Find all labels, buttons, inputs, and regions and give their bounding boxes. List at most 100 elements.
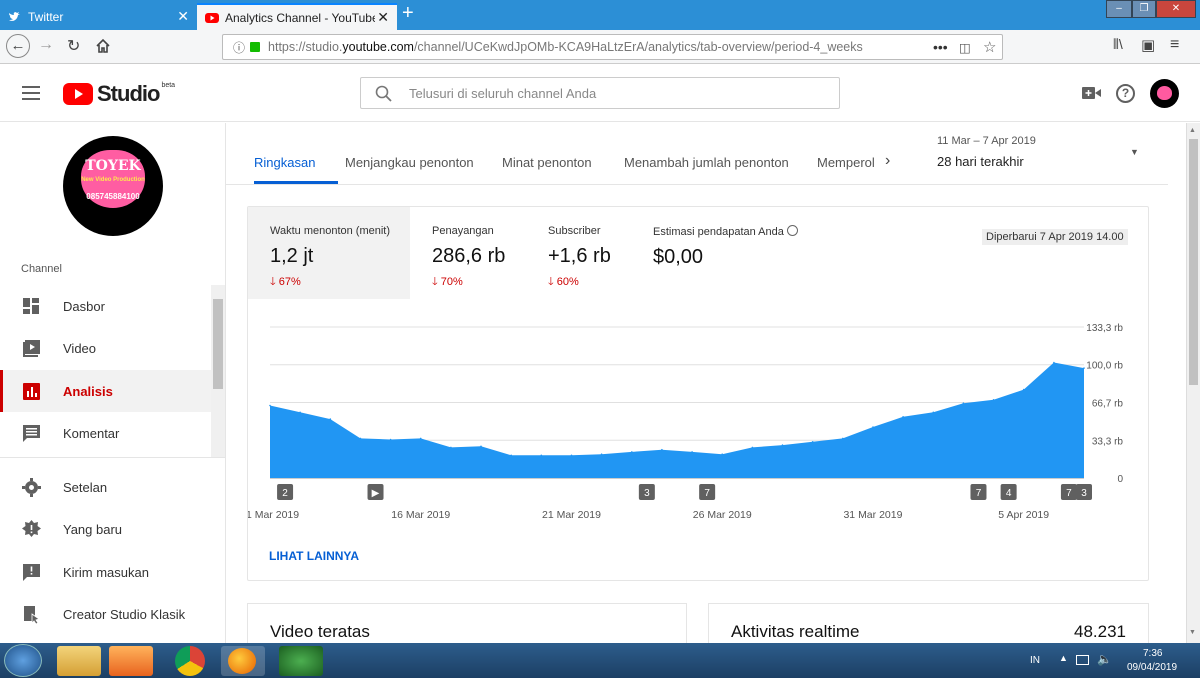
y-tick-label: 133,3 rb	[1086, 323, 1123, 334]
sidebar-item-video[interactable]: Video	[0, 327, 211, 369]
close-window-button[interactable]: ✕	[1156, 0, 1196, 18]
home-icon[interactable]	[95, 38, 111, 54]
clock-date[interactable]: 09/04/2019	[1127, 662, 1177, 673]
minimize-button[interactable]: –	[1106, 0, 1132, 18]
metric-label: Waktu menonton (menit)	[270, 225, 391, 237]
data-point	[691, 451, 693, 453]
language-indicator[interactable]: IN	[1030, 655, 1040, 666]
x-tick-label: 5 Apr 2019	[998, 509, 1049, 521]
data-point	[902, 416, 904, 418]
bookmark-star-icon[interactable]: ☆	[983, 38, 996, 56]
start-button[interactable]	[4, 644, 42, 677]
top-videos-title: Video teratas	[270, 622, 370, 641]
video-marker-label: 4	[1006, 488, 1012, 499]
data-point	[480, 445, 482, 448]
tabs-scroll-right-icon[interactable]: ›	[885, 152, 890, 170]
firefox-icon[interactable]	[221, 646, 265, 676]
tab-memperoleh[interactable]: Memperol	[817, 155, 875, 170]
chrome-icon[interactable]	[175, 646, 205, 676]
tab-analytics[interactable]: Analytics Channel - YouTube S ✕	[197, 3, 397, 30]
sidebar-item-dasbor[interactable]: Dasbor	[0, 285, 211, 327]
menu-icon[interactable]: ≡	[1170, 36, 1179, 54]
back-icon[interactable]: ←	[6, 34, 30, 58]
close-tab-icon[interactable]: ✕	[177, 8, 189, 25]
file-explorer-icon[interactable]	[57, 646, 101, 676]
url-path: /channel/UCeKwdJpOMb-KCA9HaLtzErA/analyt…	[413, 40, 863, 54]
data-point	[329, 418, 332, 420]
twitter-icon	[9, 11, 20, 21]
sidebar-item-komentar[interactable]: Komentar	[0, 412, 211, 454]
media-player-icon[interactable]	[109, 646, 153, 676]
sidebar-item-yang-baru[interactable]: Yang baru	[0, 508, 211, 550]
metric-views[interactable]: Penayangan 286,6 rb 🡓 70%	[410, 207, 526, 299]
close-tab-icon[interactable]: ✕	[377, 9, 389, 26]
new-tab-icon[interactable]: +	[402, 2, 414, 25]
reload-icon[interactable]: ↻	[67, 36, 80, 56]
period-label: 28 hari terakhir	[937, 154, 1024, 169]
beta-badge: beta	[161, 81, 176, 89]
sidebar-item-kirim-masukan[interactable]: Kirim masukan	[0, 551, 211, 593]
period-selector[interactable]: 11 Mar – 7 Apr 2019 28 hari terakhir ▼	[937, 135, 1145, 175]
clock-info-icon[interactable]	[786, 225, 798, 236]
metric-watch-time[interactable]: Waktu menonton (menit) 1,2 jt 🡓 67%	[248, 207, 410, 299]
y-tick-label: 33,3 rb	[1092, 436, 1124, 447]
sidebar-item-setelan[interactable]: Setelan	[0, 466, 211, 508]
analytics-icon	[23, 382, 40, 400]
sidebar-toggle-icon[interactable]: ▣	[1141, 36, 1155, 54]
x-tick-label: 16 Mar 2019	[391, 509, 450, 521]
tab-menjangkau-penonton[interactable]: Menjangkau penonton	[345, 155, 474, 170]
studio-header: Studio beta Telusuri di seluruh channel …	[0, 64, 1200, 122]
hamburger-menu-icon[interactable]	[22, 86, 40, 100]
tab-twitter[interactable]: Twitter ✕	[0, 3, 197, 30]
metric-subscribers[interactable]: Subscriber +1,6 rb 🡓 60%	[526, 207, 631, 299]
dashboard-icon	[23, 297, 39, 314]
search-box[interactable]: Telusuri di seluruh channel Anda	[360, 77, 840, 109]
sidebar: TOYEK New Video Production 085745884100 …	[0, 123, 226, 643]
data-point	[811, 441, 814, 443]
overview-card: Waktu menonton (menit) 1,2 jt 🡓 67% Pena…	[247, 206, 1149, 581]
forward-icon[interactable]: →	[38, 36, 54, 54]
info-icon[interactable]: ⓘ	[233, 39, 245, 56]
tab-menambah-jumlah-penonton[interactable]: Menambah jumlah penonton	[624, 155, 789, 170]
data-point	[751, 446, 754, 449]
metric-label: Estimasi pendapatan Anda	[653, 225, 811, 238]
download-manager-icon[interactable]	[279, 646, 323, 676]
channel-avatar[interactable]: TOYEK New Video Production 085745884100	[63, 136, 163, 236]
help-icon[interactable]: ?	[1116, 84, 1135, 103]
url-prefix: https://studio.	[268, 40, 343, 54]
browser-tab-bar: Twitter ✕ Analytics Channel - YouTube S …	[0, 0, 1200, 30]
sidebar-scrollbar[interactable]	[211, 285, 225, 457]
create-video-icon[interactable]	[1082, 86, 1101, 100]
volume-icon[interactable]: 🔈	[1097, 652, 1112, 666]
y-tick-label: 100,0 rb	[1086, 361, 1123, 372]
url-bar[interactable]: ⓘ https://studio. youtube.com/channel/UCe…	[222, 34, 1003, 60]
series-area	[270, 362, 1084, 478]
metric-revenue[interactable]: Estimasi pendapatan Anda $0,00	[631, 207, 811, 299]
data-point	[932, 411, 935, 414]
network-icon[interactable]	[1076, 655, 1089, 665]
tab-ringkasan[interactable]: Ringkasan	[254, 155, 315, 170]
clock-time[interactable]: 7:36	[1143, 648, 1162, 659]
maximize-button[interactable]: ❐	[1132, 0, 1156, 18]
sidebar-item-label: Setelan	[63, 479, 108, 495]
tray-chevron-icon[interactable]: ▲	[1059, 653, 1068, 663]
library-icon[interactable]: ⫴\	[1113, 36, 1123, 53]
sidebar-item-analisis[interactable]: Analisis	[0, 370, 211, 412]
pocket-icon[interactable]: ◫	[959, 40, 971, 55]
youtube-logo-icon	[63, 83, 93, 105]
studio-logo[interactable]: Studio beta	[63, 81, 175, 107]
page-scrollbar[interactable]: ▲ ▼	[1186, 123, 1200, 643]
logo-text: Studio	[97, 81, 160, 106]
video-marker-label: 7	[704, 488, 710, 499]
tab-minat-penonton[interactable]: Minat penonton	[502, 155, 592, 170]
data-point	[540, 454, 543, 457]
page-actions-icon[interactable]: •••	[933, 39, 948, 55]
x-tick-label: 11 Mar 2019	[248, 509, 299, 521]
chevron-down-icon: ▼	[1130, 147, 1139, 157]
data-point	[661, 448, 663, 451]
account-avatar[interactable]	[1150, 79, 1179, 108]
data-point	[1083, 367, 1085, 369]
settings-icon	[22, 477, 41, 497]
see-more-link[interactable]: LIHAT LAINNYA	[269, 549, 359, 563]
sidebar-item-creator-studio-klasik[interactable]: Creator Studio Klasik	[0, 593, 211, 635]
